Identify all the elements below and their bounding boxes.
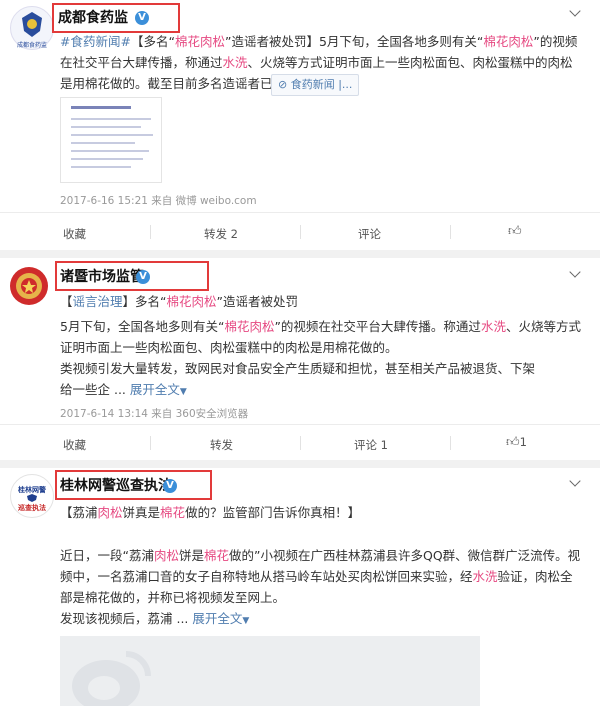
- post-title: 【谣言治理】多名“棉花肉松”造谣者被处罚: [60, 294, 299, 309]
- thumbs-up-icon: 👍︎: [506, 435, 520, 450]
- verified-icon: V: [135, 11, 149, 25]
- account-name[interactable]: 诸暨市场监管: [60, 268, 144, 286]
- action-bar: 收藏 转发 评论 1 👍︎1: [0, 424, 600, 461]
- verified-icon: V: [163, 479, 177, 493]
- collect-button[interactable]: 收藏: [63, 437, 86, 453]
- collect-button[interactable]: 收藏: [63, 226, 86, 242]
- topic-tag[interactable]: ⊘ 食药新闻 |...: [271, 74, 360, 96]
- chevron-down-icon[interactable]: [569, 475, 581, 487]
- link-icon: ⊘: [278, 78, 291, 91]
- avatar-caption: 成都食药监: [16, 42, 47, 49]
- action-bar: 收藏 转发 2 评论 👍︎: [0, 212, 600, 251]
- expand-link[interactable]: 展开全文: [192, 611, 242, 626]
- weibo-logo-icon: [72, 651, 151, 706]
- post-text-cut: 给一些企 ... 展开全文▼: [60, 382, 187, 397]
- post-separator: [0, 250, 600, 258]
- post-meta: 2017-6-14 13:14 来自 360安全浏览器: [60, 408, 249, 420]
- like-button[interactable]: 👍︎1: [506, 435, 527, 450]
- video-thumbnail[interactable]: [60, 636, 480, 706]
- post-text: 5月下旬，全国各地多则有关“棉花肉松”的视频在社交平台大肆传播。称通过水洗、火烧…: [60, 319, 581, 355]
- post-text-more: 类视频引发大量转发，致网民对食品安全产生质疑和担忧，甚至相关产品被退货、下架: [60, 361, 536, 376]
- like-button[interactable]: 👍︎: [508, 224, 522, 239]
- emblem-icon: [10, 267, 48, 305]
- image-thumbnail[interactable]: [60, 97, 162, 183]
- expand-link[interactable]: 展开全文: [130, 382, 180, 397]
- avatar[interactable]: 桂林网警 巡查执法: [10, 474, 54, 518]
- chevron-down-icon[interactable]: [569, 5, 581, 17]
- thumbs-up-icon: 👍︎: [508, 224, 522, 239]
- post-title: 【荔浦肉松饼真是棉花做的？监管部门告诉你真相！】: [60, 505, 361, 520]
- post-separator: [0, 460, 600, 468]
- repost-button[interactable]: 转发: [210, 437, 233, 453]
- hashtag-link[interactable]: #食药新闻#: [60, 34, 131, 49]
- chevron-down-icon[interactable]: [569, 266, 581, 278]
- category-link[interactable]: 谣言治理: [73, 294, 123, 309]
- repost-button[interactable]: 转发 2: [204, 226, 238, 242]
- chevron-down-icon: ▼: [242, 616, 250, 626]
- account-name[interactable]: 桂林网警巡查执法: [60, 477, 172, 495]
- post-text-cut: 发现该视频后，荔浦 ... 展开全文▼: [60, 611, 250, 626]
- avatar[interactable]: [8, 265, 50, 307]
- account-name[interactable]: 成都食药监: [58, 9, 128, 27]
- post-text: 近日，一段“荔浦肉松饼是棉花做的”小视频在广西桂林荔浦县许多QQ群、微信群广泛流…: [60, 548, 581, 605]
- post-meta: 2017-6-16 15:21 来自 微博 weibo.com: [60, 195, 257, 207]
- comment-button[interactable]: 评论: [358, 226, 381, 242]
- comment-button[interactable]: 评论 1: [354, 437, 388, 453]
- verified-icon: V: [136, 270, 150, 284]
- chevron-down-icon: ▼: [179, 387, 187, 397]
